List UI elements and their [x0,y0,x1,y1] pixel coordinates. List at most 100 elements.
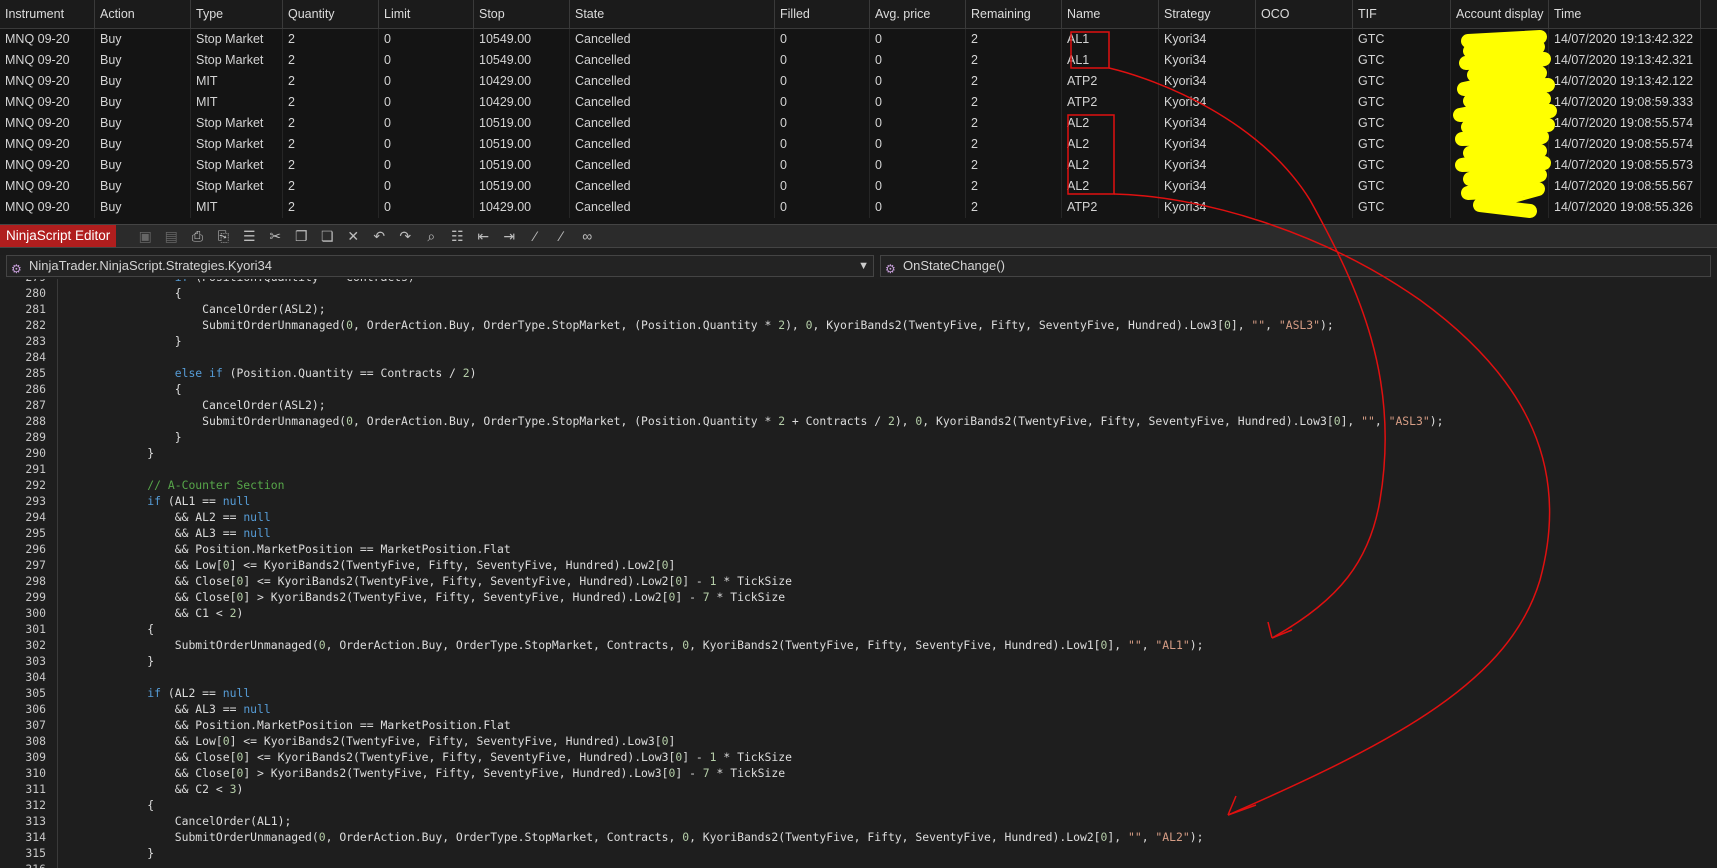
table-cell: Stop Market [191,29,283,50]
line-number: 315 [25,846,46,860]
outdent-icon[interactable]: ⇤ [472,226,494,246]
table-cell: 0 [379,50,474,71]
column-header[interactable]: Instrument [0,0,95,29]
column-header[interactable]: Remaining [966,0,1062,29]
table-cell: Buy [95,155,191,176]
column-header[interactable]: Strategy [1159,0,1256,29]
code-line[interactable]: 299 && Close[0] > KyoriBands2(TwentyFive… [0,589,1717,605]
code-line[interactable]: 306 && AL3 == null [0,701,1717,717]
print-preview-icon[interactable]: ⎘ [212,226,234,246]
table-cell: 0 [775,92,870,113]
code-line[interactable]: 296 && Position.MarketPosition == Market… [0,541,1717,557]
indent-icon[interactable]: ⇥ [498,226,520,246]
table-cell: Kyori34 [1159,113,1256,134]
table-cell: 0 [870,50,966,71]
column-header[interactable]: OCO [1256,0,1353,29]
column-header[interactable]: State [570,0,775,29]
delete-icon[interactable]: ✕ [342,226,364,246]
column-header[interactable]: Name [1062,0,1159,29]
uncomment-icon[interactable]: ∕ [550,226,572,246]
code-line[interactable]: 281 CancelOrder(ASL2); [0,301,1717,317]
code-line[interactable]: 300 && C1 < 2) [0,605,1717,621]
copy-icon[interactable]: ❐ [290,226,312,246]
code-line[interactable]: 286 { [0,381,1717,397]
table-cell: 0 [379,92,474,113]
code-line[interactable]: 308 && Low[0] <= KyoriBands2(TwentyFive,… [0,733,1717,749]
code-line[interactable]: 285 else if (Position.Quantity == Contra… [0,365,1717,381]
print-setup-icon[interactable]: ☰ [238,226,260,246]
table-cell: 2 [283,113,379,134]
paste-icon[interactable]: ❏ [316,226,338,246]
redo-icon[interactable]: ↷ [394,226,416,246]
print-icon[interactable]: ⎙ [186,226,208,246]
code-line[interactable]: 314 SubmitOrderUnmanaged(0, OrderAction.… [0,829,1717,845]
column-header[interactable]: Type [191,0,283,29]
line-number: 284 [25,350,46,364]
code-line[interactable]: 312 { [0,797,1717,813]
code-line[interactable]: 295 && AL3 == null [0,525,1717,541]
code-line[interactable]: 311 && C2 < 3) [0,781,1717,797]
visual-studio-icon[interactable]: ∞ [576,226,598,246]
code-line[interactable]: 291 [0,461,1717,477]
save-all-icon[interactable]: ▤ [160,226,182,246]
find-icon[interactable]: ⌕ [420,226,442,246]
code-editor[interactable]: 279 if (Position.Quantity == Contracts)2… [0,279,1717,868]
comment-icon[interactable]: ⁄ [524,226,546,246]
table-cell: 0 [775,50,870,71]
undo-icon[interactable]: ↶ [368,226,390,246]
table-cell: Kyori34 [1159,71,1256,92]
column-header[interactable]: Time [1549,0,1701,29]
code-line[interactable]: 290 } [0,445,1717,461]
code-line[interactable]: 315 } [0,845,1717,861]
code-line[interactable]: 305 if (AL2 == null [0,685,1717,701]
column-header[interactable]: Limit [379,0,474,29]
save-icon[interactable]: ▣ [134,226,156,246]
code-line[interactable]: 287 CancelOrder(ASL2); [0,397,1717,413]
code-line[interactable]: 310 && Close[0] > KyoriBands2(TwentyFive… [0,765,1717,781]
code-line[interactable]: 289 } [0,429,1717,445]
code-line[interactable]: 301 { [0,621,1717,637]
column-header[interactable]: Stop [474,0,570,29]
line-number: 316 [0,861,46,868]
code-line[interactable]: 304 [0,669,1717,685]
code-line[interactable]: 283 } [0,333,1717,349]
table-cell: 0 [379,134,474,155]
code-line[interactable]: 316 [0,861,1717,868]
code-line[interactable]: 280 { [0,285,1717,301]
column-header[interactable]: Avg. price [870,0,966,29]
table-cell: MNQ 09-20 [0,113,95,134]
code-text: && Position.MarketPosition == MarketPosi… [65,542,511,556]
code-line[interactable]: 284 [0,349,1717,365]
code-line[interactable]: 293 if (AL1 == null [0,493,1717,509]
code-line[interactable]: 298 && Close[0] <= KyoriBands2(TwentyFiv… [0,573,1717,589]
code-line[interactable]: 303 } [0,653,1717,669]
column-header[interactable]: Quantity [283,0,379,29]
insert-snippet-icon[interactable]: ☷ [446,226,468,246]
member-selector[interactable]: ⚙ OnStateChange() [880,255,1711,277]
code-line[interactable]: 294 && AL2 == null [0,509,1717,525]
column-header[interactable]: Account display [1451,0,1549,29]
code-line[interactable]: 282 SubmitOrderUnmanaged(0, OrderAction.… [0,317,1717,333]
class-selector[interactable]: ⚙ NinjaTrader.NinjaScript.Strategies.Kyo… [6,255,874,277]
code-line[interactable]: 307 && Position.MarketPosition == Market… [0,717,1717,733]
column-header[interactable]: Filled [775,0,870,29]
chevron-down-icon[interactable]: ▼ [858,256,869,276]
column-header[interactable]: TIF [1353,0,1451,29]
table-cell: Buy [95,134,191,155]
code-line[interactable]: 292 // A-Counter Section [0,477,1717,493]
cut-icon[interactable]: ✂ [264,226,286,246]
member-selector-value: OnStateChange() [903,258,1005,273]
code-line[interactable]: 313 CancelOrder(AL1); [0,813,1717,829]
line-number: 310 [25,766,46,780]
code-line[interactable]: 302 SubmitOrderUnmanaged(0, OrderAction.… [0,637,1717,653]
table-cell: GTC [1353,176,1451,197]
line-number: 292 [25,478,46,492]
code-line[interactable]: 288 SubmitOrderUnmanaged(0, OrderAction.… [0,413,1717,429]
code-line[interactable]: 309 && Close[0] <= KyoriBands2(TwentyFiv… [0,749,1717,765]
code-line[interactable]: 297 && Low[0] <= KyoriBands2(TwentyFive,… [0,557,1717,573]
table-cell: MNQ 09-20 [0,197,95,218]
table-cell: 14/07/2020 19:13:42.321 [1549,50,1701,71]
table-cell: MNQ 09-20 [0,29,95,50]
column-header[interactable]: Action [95,0,191,29]
table-cell: Cancelled [570,176,775,197]
